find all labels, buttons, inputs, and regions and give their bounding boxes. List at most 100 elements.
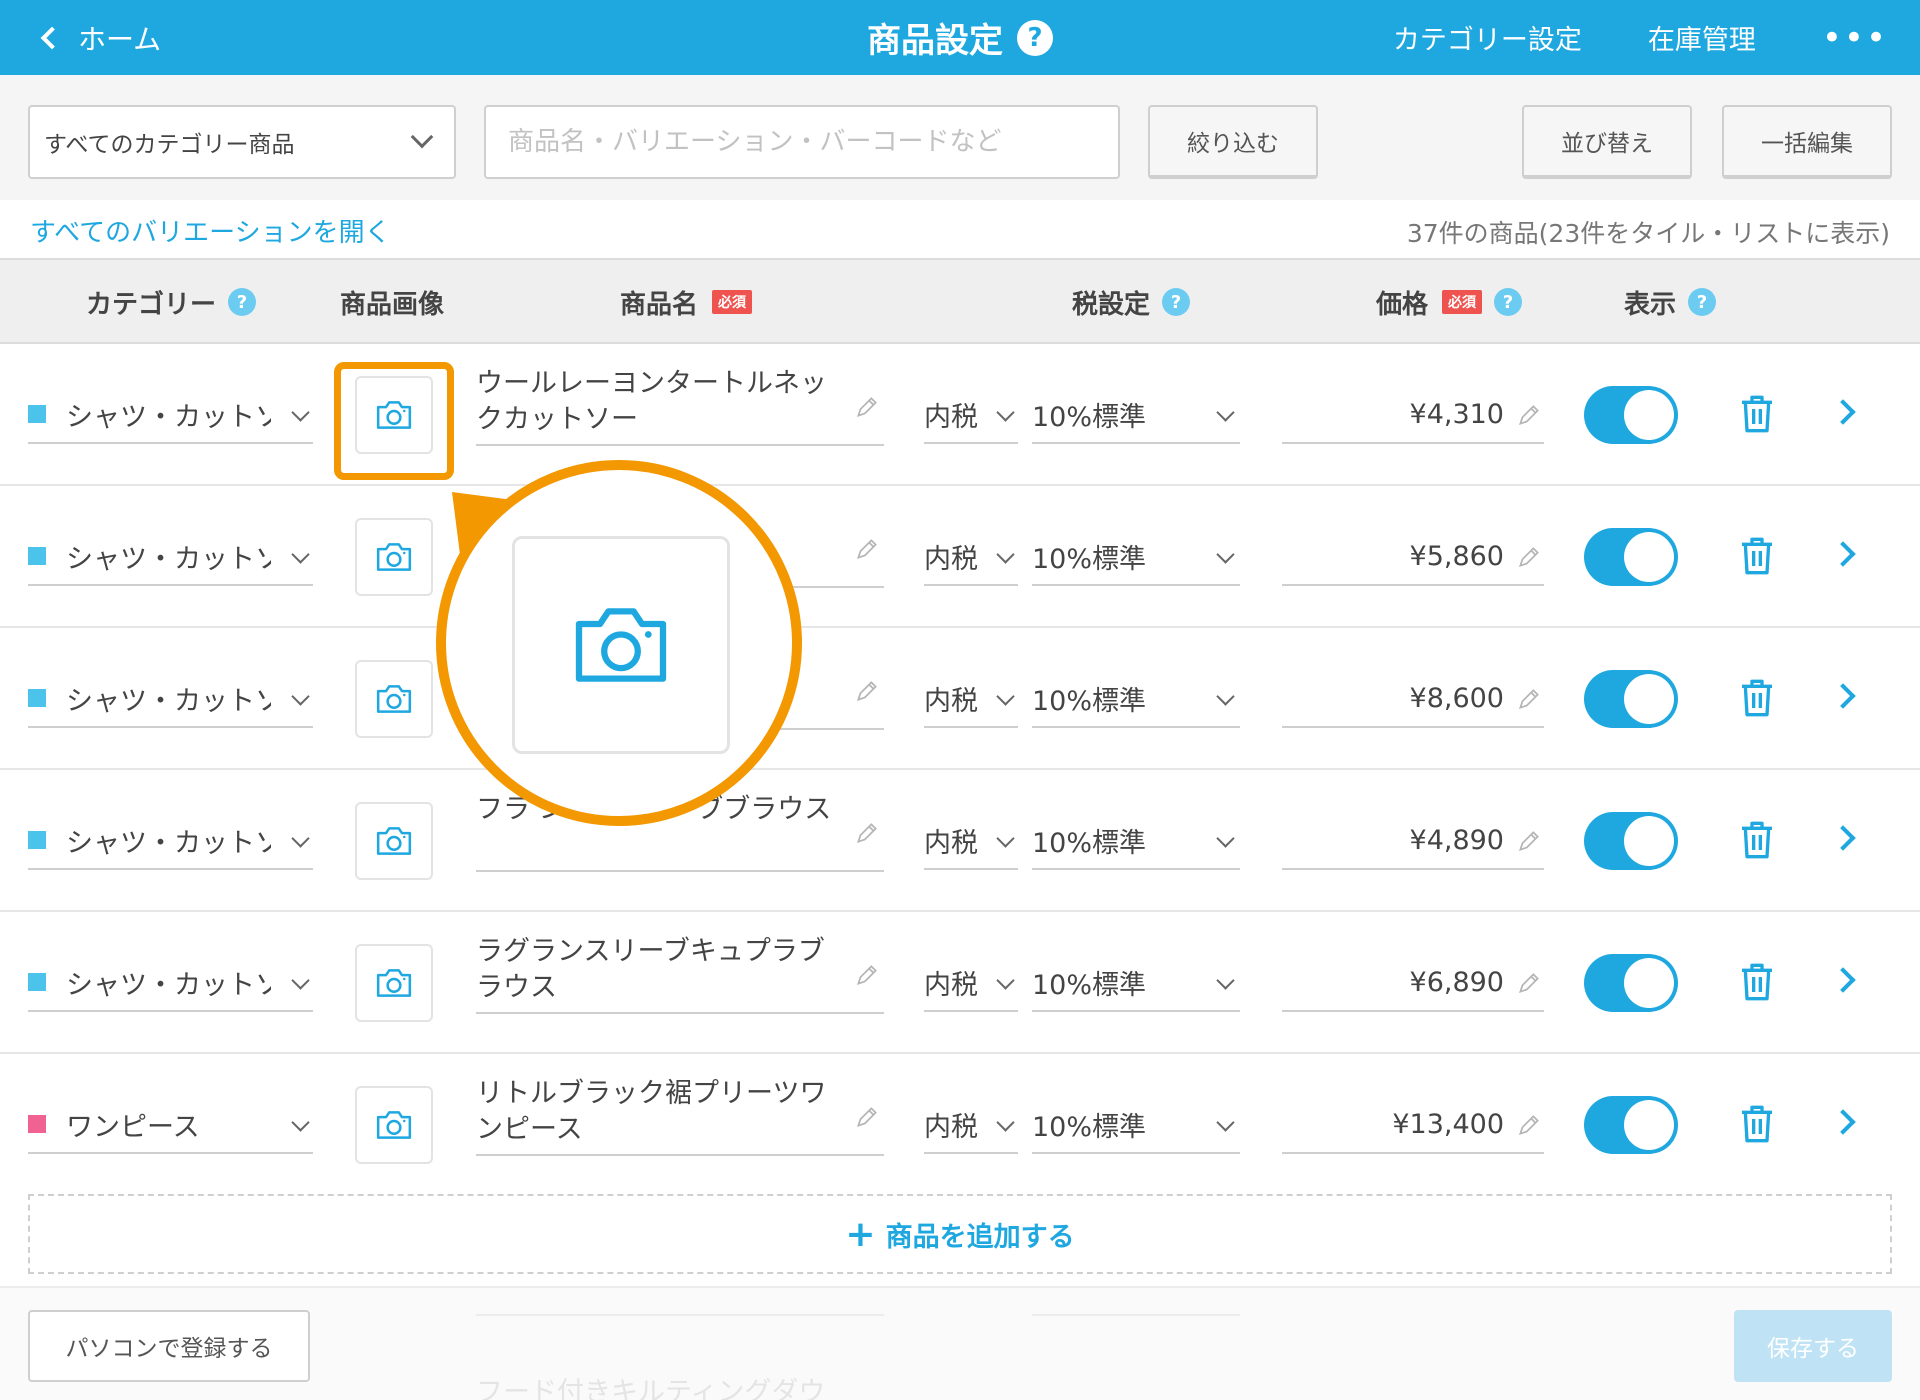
tax-rate-dropdown[interactable]: 10%標準 — [1032, 670, 1240, 728]
price-field[interactable]: ¥4,310 — [1282, 386, 1544, 444]
trash-icon[interactable] — [1740, 962, 1774, 1002]
price-field[interactable]: ¥8,600 — [1282, 670, 1544, 728]
tax-type-value: 内税 — [924, 543, 978, 575]
required-badge: 必須 — [1442, 290, 1483, 314]
price-value: ¥5,860 — [1409, 540, 1504, 572]
trash-icon[interactable] — [1740, 820, 1774, 860]
product-image-button[interactable] — [355, 518, 433, 596]
price-field[interactable]: ¥6,890 — [1282, 954, 1544, 1012]
dropdown-chevron-icon — [291, 545, 310, 564]
tax-type-value: 内税 — [924, 969, 978, 1001]
save-button[interactable]: 保存する — [1734, 1310, 1892, 1382]
row-arrow-icon[interactable] — [1830, 683, 1856, 709]
register-on-pc-button[interactable]: パソコンで登録する — [28, 1310, 310, 1382]
pencil-icon — [1518, 831, 1539, 852]
table-row: シャツ・カットソーダーカ内税10%標準¥5,860 — [0, 486, 1920, 628]
info-row: すべてのバリエーションを開く 37件の商品(23件をタイル・リストに表示) — [0, 200, 1920, 258]
pencil-icon — [856, 681, 877, 702]
back-label: ホーム — [78, 22, 162, 56]
product-image-button[interactable] — [355, 660, 433, 738]
display-toggle[interactable] — [1584, 812, 1678, 870]
dropdown-chevron-icon — [1216, 1113, 1235, 1132]
dropdown-chevron-icon — [996, 1113, 1015, 1132]
product-name-field[interactable]: ラグランスリーブキュプラブラウス — [476, 934, 884, 1014]
tax-type-dropdown[interactable]: 内税 — [924, 1096, 1018, 1154]
tax-type-dropdown[interactable]: 内税 — [924, 954, 1018, 1012]
display-toggle[interactable] — [1584, 386, 1678, 444]
tax-type-value: 内税 — [924, 827, 978, 859]
category-dropdown[interactable]: シャツ・カットソー — [28, 528, 313, 586]
help-icon[interactable]: ? — [1494, 288, 1523, 316]
tax-rate-dropdown[interactable]: 10%標準 — [1032, 812, 1240, 870]
category-color-swatch — [28, 547, 46, 565]
tax-rate-dropdown[interactable]: 10%標準 — [1032, 1096, 1240, 1154]
footer: フード付きキルティングダウ パソコンで登録する 保存する — [0, 1286, 1920, 1400]
camera-icon — [376, 401, 412, 429]
help-icon[interactable]: ? — [1162, 288, 1191, 316]
row-arrow-icon[interactable] — [1830, 541, 1856, 567]
display-toggle[interactable] — [1584, 954, 1678, 1012]
filter-button[interactable]: 絞り込む — [1148, 105, 1318, 179]
category-dropdown[interactable]: シャツ・カットソー — [28, 386, 313, 444]
tax-type-dropdown[interactable]: 内税 — [924, 386, 1018, 444]
table-row: ワンピース リトルブラック裾プリーツワンピース 内税 10%標準 ¥13,400 — [0, 1054, 1920, 1196]
tax-rate-dropdown[interactable]: 10%標準 — [1032, 954, 1240, 1012]
category-value: シャツ・カットソー — [66, 827, 271, 859]
row-arrow-icon[interactable] — [1830, 967, 1856, 993]
search-input[interactable] — [484, 105, 1120, 179]
tax-type-dropdown[interactable]: 内税 — [924, 812, 1018, 870]
dropdown-chevron-icon — [996, 403, 1015, 422]
dropdown-chevron-icon — [1216, 829, 1235, 848]
dropdown-chevron-icon — [1216, 403, 1235, 422]
row-arrow-icon[interactable] — [1830, 825, 1856, 851]
category-dropdown[interactable]: シャツ・カットソー — [28, 954, 313, 1012]
product-name-field[interactable]: ウールレーヨンタートルネックカットソー — [476, 366, 884, 446]
trash-icon[interactable] — [1740, 678, 1774, 718]
category-color-swatch — [28, 1115, 46, 1133]
trash-icon[interactable] — [1740, 536, 1774, 576]
product-image-button[interactable] — [355, 944, 433, 1022]
tax-type-dropdown[interactable]: 内税 — [924, 528, 1018, 586]
product-image-button[interactable] — [355, 802, 433, 880]
row-arrow-icon[interactable] — [1830, 1109, 1856, 1135]
open-all-variations-link[interactable]: すべてのバリエーションを開く — [30, 212, 391, 249]
add-product-section: + 商品を追加する — [0, 1180, 1920, 1286]
product-name: ウールレーヨンタートルネックカットソー — [476, 368, 827, 435]
sort-button[interactable]: 並び替え — [1522, 105, 1692, 179]
category-settings-link[interactable]: カテゴリー設定 — [1393, 18, 1582, 57]
trash-icon[interactable] — [1740, 394, 1774, 434]
help-icon[interactable]: ? — [1017, 19, 1053, 56]
product-image-button[interactable] — [355, 376, 433, 454]
price-field[interactable]: ¥5,860 — [1282, 528, 1544, 586]
trash-icon[interactable] — [1740, 1104, 1774, 1144]
camera-icon — [376, 827, 412, 855]
row-arrow-icon[interactable] — [1830, 399, 1856, 425]
help-icon[interactable]: ? — [1688, 288, 1717, 316]
display-toggle[interactable] — [1584, 528, 1678, 586]
tax-rate-value: 10%標準 — [1032, 827, 1147, 859]
bulk-edit-button[interactable]: 一括編集 — [1722, 105, 1892, 179]
product-name-field[interactable]: リトルブラック裾プリーツワンピース — [476, 1076, 884, 1156]
tax-rate-dropdown[interactable]: 10%標準 — [1032, 528, 1240, 586]
more-icon[interactable]: ••• — [1822, 21, 1888, 55]
add-product-button[interactable]: + 商品を追加する — [28, 1194, 1892, 1274]
table-row: シャツ・カットソーフラ ンノースリーブブラウス内税10%標準¥4,890 — [0, 770, 1920, 912]
tax-rate-value: 10%標準 — [1032, 685, 1147, 717]
display-toggle[interactable] — [1584, 670, 1678, 728]
dropdown-chevron-icon — [291, 971, 310, 990]
tax-type-dropdown[interactable]: 内税 — [924, 670, 1018, 728]
help-icon[interactable]: ? — [228, 288, 257, 316]
tax-rate-dropdown[interactable]: 10%標準 — [1032, 386, 1240, 444]
back-button[interactable]: ホーム — [36, 0, 161, 75]
category-select[interactable]: すべてのカテゴリー商品 — [28, 105, 456, 179]
display-toggle[interactable] — [1584, 1096, 1678, 1154]
inventory-link[interactable]: 在庫管理 — [1648, 18, 1756, 57]
header-nav: カテゴリー設定 在庫管理 ••• — [1393, 0, 1920, 75]
price-field[interactable]: ¥4,890 — [1282, 812, 1544, 870]
category-color-swatch — [28, 405, 46, 423]
category-dropdown[interactable]: シャツ・カットソー — [28, 812, 313, 870]
category-dropdown[interactable]: ワンピース — [28, 1096, 313, 1154]
product-image-button[interactable] — [355, 1086, 433, 1164]
price-field[interactable]: ¥13,400 — [1282, 1096, 1544, 1154]
category-dropdown[interactable]: シャツ・カットソー — [28, 670, 313, 728]
